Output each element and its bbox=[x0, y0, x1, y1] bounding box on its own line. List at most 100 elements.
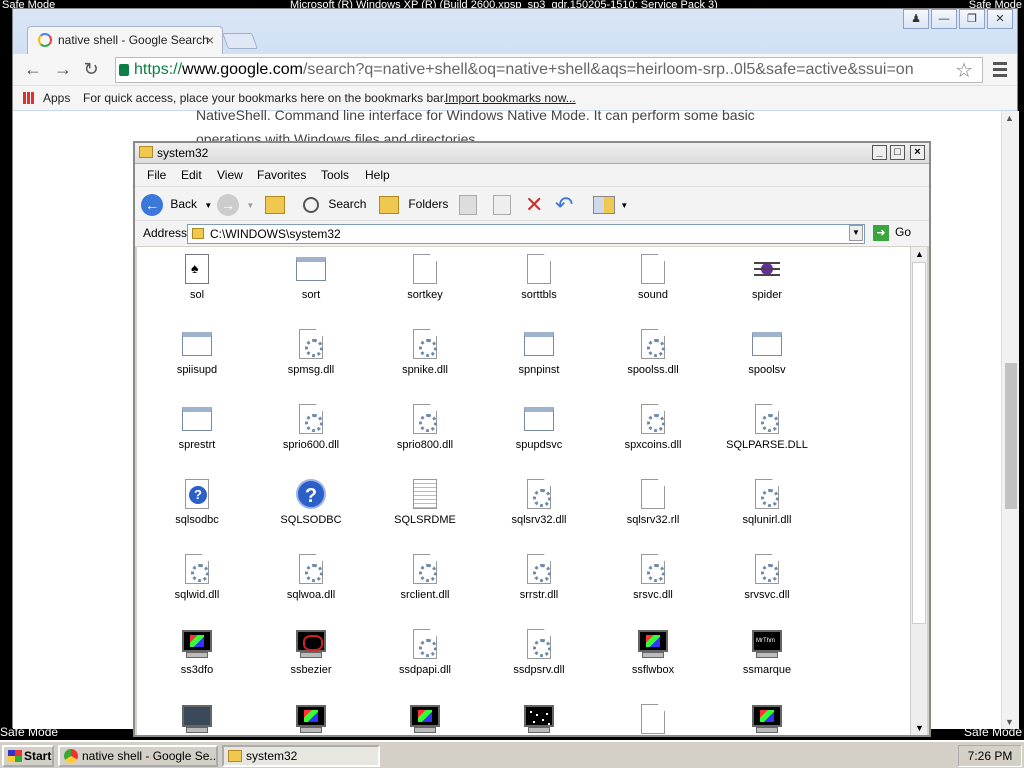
chrome-menu-icon[interactable] bbox=[993, 62, 1007, 80]
close-button[interactable]: ✕ bbox=[987, 9, 1013, 29]
file-item[interactable]: sprio800.dll bbox=[368, 397, 482, 472]
minimize-button[interactable]: — bbox=[931, 9, 957, 29]
screensaver-color-icon bbox=[295, 703, 327, 735]
views-button[interactable]: ▼ bbox=[593, 191, 628, 217]
file-item[interactable]: SQLSRDME bbox=[368, 472, 482, 547]
maximize-button[interactable]: ❐ bbox=[959, 9, 985, 29]
file-item[interactable]: sortkey bbox=[368, 247, 482, 322]
file-item[interactable]: spider bbox=[710, 247, 824, 322]
delete-button[interactable]: ✕ bbox=[525, 191, 543, 217]
folders-button[interactable]: Folders bbox=[379, 191, 448, 217]
new-tab-button[interactable] bbox=[222, 33, 258, 49]
forward-arrow-icon: → bbox=[217, 193, 239, 216]
file-item[interactable]: sprio600.dll bbox=[254, 397, 368, 472]
menu-favorites[interactable]: Favorites bbox=[257, 164, 306, 186]
apps-shortcut[interactable]: Apps bbox=[43, 86, 70, 110]
file-item[interactable]: ssdpapi.dll bbox=[368, 622, 482, 697]
go-button[interactable]: ➜ Go bbox=[873, 225, 911, 241]
start-button[interactable]: Start bbox=[2, 745, 54, 767]
file-item[interactable]: sqlsodbc bbox=[140, 472, 254, 547]
file-item[interactable]: spoolss.dll bbox=[596, 322, 710, 397]
file-item[interactable]: sort bbox=[254, 247, 368, 322]
file-name: spoolsv bbox=[748, 364, 786, 376]
file-item[interactable] bbox=[254, 697, 368, 735]
copy-to-button[interactable] bbox=[493, 191, 511, 217]
file-item[interactable]: ssdpsrv.dll bbox=[482, 622, 596, 697]
scroll-up-icon[interactable]: ▲ bbox=[1005, 113, 1014, 123]
file-item[interactable]: srvsvc.dll bbox=[710, 547, 824, 622]
file-item[interactable] bbox=[368, 697, 482, 735]
explorer-maximize-button[interactable]: □ bbox=[890, 145, 905, 160]
back-arrow-icon[interactable]: ← bbox=[21, 58, 45, 82]
taskbar-item-system32[interactable]: system32 bbox=[222, 745, 380, 767]
page-scroll-thumb[interactable] bbox=[1005, 363, 1017, 509]
file-item[interactable]: spmsg.dll bbox=[254, 322, 368, 397]
back-dropdown-icon[interactable]: ▼ bbox=[204, 201, 212, 210]
file-item[interactable]: spxcoins.dll bbox=[596, 397, 710, 472]
file-name: ssdpsrv.dll bbox=[513, 664, 565, 676]
file-item[interactable]: spiisupd bbox=[140, 322, 254, 397]
file-item[interactable] bbox=[596, 697, 710, 735]
move-to-button[interactable] bbox=[459, 191, 477, 217]
file-item[interactable]: ssmarque bbox=[710, 622, 824, 697]
file-item[interactable]: sprestrt bbox=[140, 397, 254, 472]
tab-close-icon[interactable]: × bbox=[206, 27, 214, 53]
file-item[interactable]: sqlwid.dll bbox=[140, 547, 254, 622]
file-item[interactable]: sound bbox=[596, 247, 710, 322]
file-item[interactable]: ss3dfo bbox=[140, 622, 254, 697]
undo-button[interactable]: ↶ bbox=[555, 191, 573, 217]
file-item[interactable] bbox=[710, 697, 824, 735]
reload-icon[interactable]: ↻ bbox=[79, 58, 103, 82]
file-name: sortkey bbox=[407, 289, 443, 301]
forward-arrow-icon[interactable]: → bbox=[51, 58, 75, 82]
file-item[interactable]: sol bbox=[140, 247, 254, 322]
explorer-scroll-thumb[interactable] bbox=[912, 262, 926, 624]
file-item[interactable]: spnike.dll bbox=[368, 322, 482, 397]
dll-icon bbox=[295, 553, 327, 585]
explorer-minimize-button[interactable]: _ bbox=[872, 145, 887, 160]
file-item[interactable]: spupdsvc bbox=[482, 397, 596, 472]
forward-button[interactable]: → ▼ bbox=[217, 191, 254, 217]
tab-google-search[interactable]: native shell - Google Search × bbox=[27, 26, 223, 54]
address-input[interactable]: C:\WINDOWS\system32 bbox=[187, 224, 865, 244]
file-item[interactable] bbox=[140, 697, 254, 735]
bookmark-star-icon[interactable]: ☆ bbox=[955, 58, 973, 83]
file-item[interactable]: srclient.dll bbox=[368, 547, 482, 622]
file-item[interactable] bbox=[482, 697, 596, 735]
file-item[interactable]: ssbezier bbox=[254, 622, 368, 697]
file-list-view: sol sort sortkey sorttbls sound spider spiisup… bbox=[137, 247, 927, 735]
file-item[interactable]: sqlsrv32.rll bbox=[596, 472, 710, 547]
profile-icon[interactable]: ♟ bbox=[903, 9, 929, 29]
search-button[interactable]: Search bbox=[303, 191, 366, 217]
file-item[interactable]: sqlunirl.dll bbox=[710, 472, 824, 547]
file-item[interactable]: ? SQLSODBC bbox=[254, 472, 368, 547]
menu-file[interactable]: File bbox=[147, 164, 166, 186]
apps-grid-icon[interactable] bbox=[23, 92, 35, 104]
file-item[interactable]: spnpinst bbox=[482, 322, 596, 397]
file-item[interactable]: srrstr.dll bbox=[482, 547, 596, 622]
file-item[interactable]: spoolsv bbox=[710, 322, 824, 397]
page-scrollbar[interactable]: ▲ ▼ bbox=[1001, 111, 1019, 729]
explorer-scrollbar[interactable]: ▲ ▼ bbox=[910, 247, 927, 735]
menu-tools[interactable]: Tools bbox=[321, 164, 349, 186]
file-item[interactable]: srsvc.dll bbox=[596, 547, 710, 622]
scroll-down-icon[interactable]: ▼ bbox=[915, 723, 924, 733]
menu-help[interactable]: Help bbox=[365, 164, 390, 186]
up-folder-button[interactable] bbox=[265, 191, 285, 217]
file-item[interactable]: sqlsrv32.dll bbox=[482, 472, 596, 547]
scroll-up-icon[interactable]: ▲ bbox=[915, 249, 924, 259]
file-name: spider bbox=[752, 289, 782, 301]
file-item[interactable]: SQLPARSE.DLL bbox=[710, 397, 824, 472]
file-item[interactable]: sorttbls bbox=[482, 247, 596, 322]
address-dropdown-icon[interactable]: ▼ bbox=[849, 225, 863, 241]
taskbar-item-chrome[interactable]: native shell - Google Se... bbox=[58, 745, 218, 767]
address-bar[interactable]: https://www.google.com/search?q=native+s… bbox=[115, 57, 983, 83]
explorer-title-bar[interactable]: system32 _ □ × bbox=[135, 143, 929, 164]
file-item[interactable]: ssflwbox bbox=[596, 622, 710, 697]
forward-dropdown-icon[interactable]: ▼ bbox=[246, 201, 254, 210]
back-button[interactable]: ← Back ▼ bbox=[141, 191, 212, 217]
menu-edit[interactable]: Edit bbox=[181, 164, 202, 186]
menu-view[interactable]: View bbox=[217, 164, 243, 186]
file-item[interactable]: sqlwoa.dll bbox=[254, 547, 368, 622]
explorer-close-button[interactable]: × bbox=[910, 145, 925, 160]
